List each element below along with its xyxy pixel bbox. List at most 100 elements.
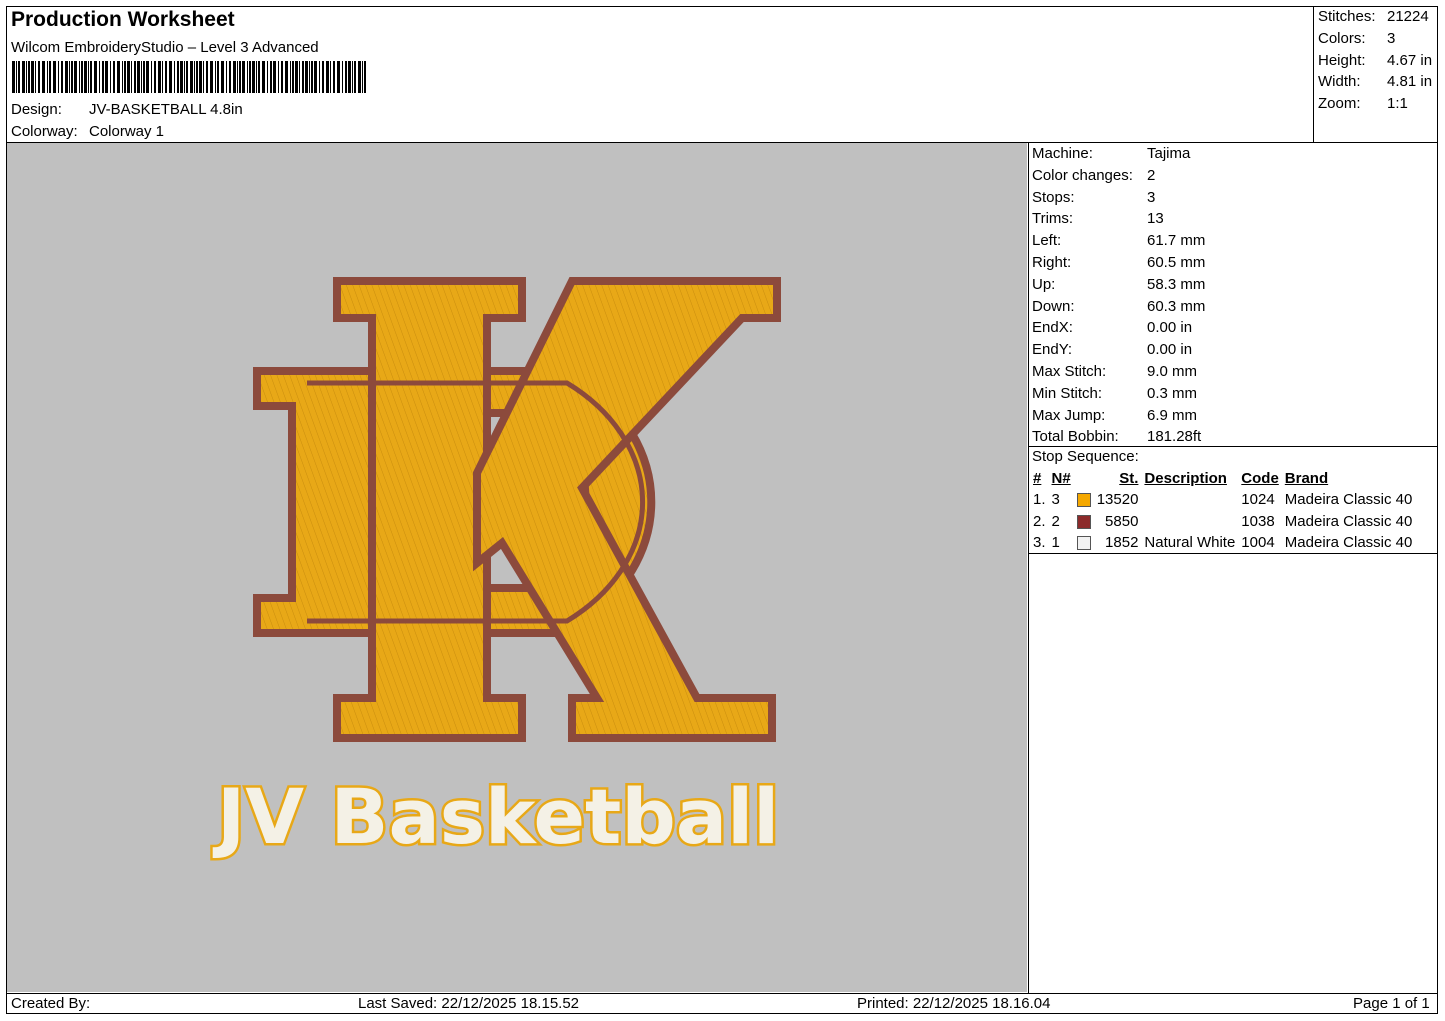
param-label: Color changes: [1032, 166, 1133, 184]
param-label: Machine: [1032, 145, 1093, 162]
stitch-count: 1852 [1105, 534, 1139, 552]
thread-description [1141, 489, 1238, 511]
color-swatch [1076, 493, 1091, 508]
stat-value: 3 [1387, 29, 1396, 47]
stat-value: 4.81 in [1387, 73, 1433, 91]
stat-label: Stitches: [1318, 8, 1376, 25]
param-row: Min Stitch: 0.3 mm [1032, 383, 1205, 405]
col-header: Code [1241, 470, 1279, 487]
machine-params: Machine: Tajima Color changes: 2 Stops: 3 T… [1032, 143, 1205, 448]
table-row: 1. 3 13520 1024 Madeira Classic 40 [1030, 489, 1415, 511]
stats-divider [1313, 6, 1314, 143]
design-label: Design: [11, 101, 62, 118]
design-value: JV-BASKETBALL 4.8in [89, 101, 243, 118]
stats-panel: Stitches: 21224 Colors: 3 Height: 4.67 in W… [1318, 6, 1432, 115]
thread-description: Natural White [1144, 534, 1236, 552]
barcode [12, 61, 366, 93]
param-value: Tajima [1147, 145, 1191, 162]
param-value: 181.28ft [1147, 428, 1202, 446]
param-row: Trims: 13 [1032, 208, 1205, 230]
table-header-row: # N# St. Description Code Brand [1030, 468, 1415, 489]
param-label: Total Bobbin: [1032, 428, 1119, 446]
param-row: Color changes: 2 [1032, 165, 1205, 187]
created-by: Created By: [11, 995, 91, 1012]
param-label: Down: [1032, 297, 1075, 315]
color-swatch [1076, 514, 1091, 529]
param-value: 60.3 mm [1147, 297, 1206, 315]
param-label: Max Stitch: [1032, 362, 1107, 380]
colorway-value: Colorway 1 [89, 123, 165, 140]
color-swatch-cell [1074, 489, 1094, 511]
param-label: Up: [1032, 275, 1056, 293]
stat-value: 1:1 [1387, 95, 1408, 113]
thread-brand: Madeira Classic 40 [1284, 491, 1413, 509]
param-row: EndY: 0.00 in [1032, 339, 1205, 361]
colorway-row: Colorway: Colorway 1 [11, 123, 164, 140]
param-label: Min Stitch: [1032, 384, 1103, 402]
param-value: 6.9 mm [1147, 406, 1198, 424]
param-row: Right: 60.5 mm [1032, 252, 1205, 274]
param-value: 13 [1147, 210, 1164, 228]
param-label: Left: [1032, 232, 1062, 250]
monogram-logo [253, 277, 781, 742]
col-header: St. [1119, 470, 1139, 487]
param-label: EndY: [1032, 341, 1073, 359]
param-value: 2 [1147, 166, 1156, 184]
param-label: Trims: [1032, 210, 1074, 228]
param-row: Down: 60.3 mm [1032, 296, 1205, 318]
stat-row: Colors: 3 [1318, 28, 1432, 50]
stat-label: Width: [1318, 73, 1361, 91]
col-header: N# [1051, 470, 1071, 487]
param-row: Machine: Tajima [1032, 143, 1205, 165]
param-label: Right: [1032, 253, 1072, 271]
param-row: Up: 58.3 mm [1032, 274, 1205, 296]
col-header: Brand [1284, 470, 1329, 487]
design-text: JV Basketball [212, 772, 779, 861]
param-row: EndX: 0.00 in [1032, 317, 1205, 339]
stat-row: Stitches: 21224 [1318, 6, 1432, 28]
thread-code: 1004 [1241, 534, 1275, 552]
stop-sequence-title: Stop Sequence: [1032, 448, 1139, 465]
printed-date: Printed: 22/12/2025 18.16.04 [857, 995, 1051, 1012]
row-index: 1. [1033, 491, 1046, 509]
param-value: 9.0 mm [1147, 362, 1198, 380]
panel-divider [1028, 142, 1029, 993]
thread-brand: Madeira Classic 40 [1284, 512, 1413, 530]
table-row: 3. 1 1852 Natural White 1004 Madeira Cla… [1030, 532, 1415, 554]
col-header: # [1033, 470, 1042, 487]
thread-description [1141, 511, 1238, 533]
stat-label: Colors: [1318, 29, 1366, 47]
last-saved: Last Saved: 22/12/2025 18.15.52 [358, 995, 580, 1012]
color-swatch [1076, 536, 1091, 551]
embroidery-design: JV Basketball [210, 277, 782, 864]
page-number: Page 1 of 1 [1353, 995, 1430, 1012]
stat-row: Width: 4.81 in [1318, 71, 1432, 93]
param-value: 58.3 mm [1147, 275, 1206, 293]
colorway-label: Colorway: [11, 123, 78, 140]
needle-number: 2 [1051, 512, 1060, 530]
needle-number: 1 [1051, 534, 1060, 552]
color-swatch-cell [1074, 532, 1094, 554]
stat-label: Zoom: [1318, 95, 1361, 113]
param-value: 0.3 mm [1147, 384, 1198, 402]
stat-row: Zoom: 1:1 [1318, 93, 1432, 115]
thread-brand: Madeira Classic 40 [1284, 534, 1413, 552]
param-row: Total Bobbin: 181.28ft [1032, 426, 1205, 448]
row-index: 2. [1033, 512, 1046, 530]
param-value: 3 [1147, 188, 1156, 206]
param-row: Left: 61.7 mm [1032, 230, 1205, 252]
col-header: Description [1144, 470, 1227, 487]
param-value: 0.00 in [1147, 319, 1193, 337]
param-label: Stops: [1032, 188, 1075, 206]
color-swatch-cell [1074, 511, 1094, 533]
param-value: 61.7 mm [1147, 232, 1206, 250]
page-title: Production Worksheet [11, 8, 235, 31]
design-preview: JV Basketball [7, 143, 1027, 992]
thread-code: 1024 [1241, 491, 1275, 509]
stitch-count: 5850 [1105, 512, 1139, 530]
thread-code: 1038 [1241, 512, 1275, 530]
param-row: Max Jump: 6.9 mm [1032, 405, 1205, 427]
design-row: Design: JV-BASKETBALL 4.8in [11, 101, 243, 118]
needle-number: 3 [1051, 491, 1060, 509]
param-row: Stops: 3 [1032, 187, 1205, 209]
